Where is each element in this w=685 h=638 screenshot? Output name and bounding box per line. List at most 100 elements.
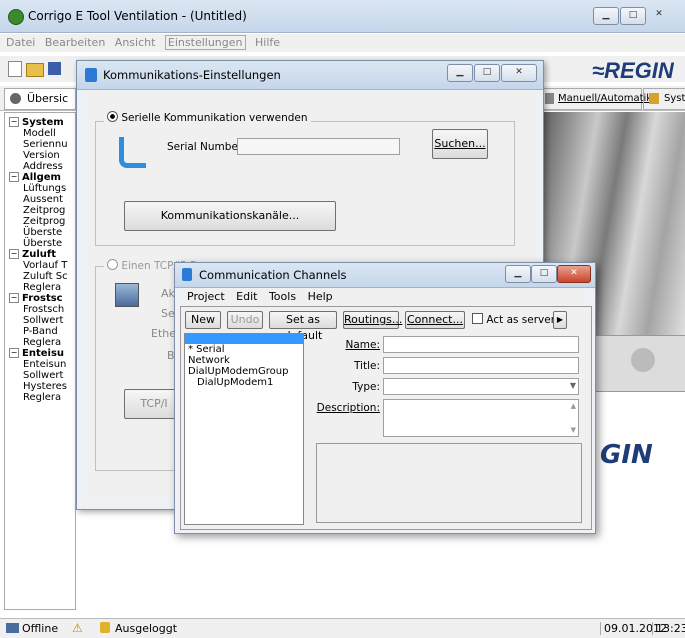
channels-maximize-button[interactable]: □: [531, 265, 557, 283]
comm-minimize-button[interactable]: ▁: [447, 64, 473, 82]
set-default-button[interactable]: Set as default: [269, 311, 337, 342]
tab-system[interactable]: Syst: [643, 88, 685, 110]
search-button[interactable]: Suchen...: [432, 129, 488, 159]
new-button[interactable]: New: [185, 311, 221, 329]
scroll-up-icon[interactable]: ▲: [571, 402, 576, 410]
collapse-icon[interactable]: −: [9, 293, 19, 303]
new-file-icon[interactable]: [8, 61, 22, 77]
tree-item[interactable]: Vorlauf T: [9, 260, 75, 271]
app-icon: [8, 9, 24, 25]
close-button[interactable]: ✕: [647, 7, 671, 23]
tree-item[interactable]: Aussent: [9, 194, 75, 205]
collapse-icon[interactable]: −: [9, 172, 19, 182]
tree-item-label: Hysteres: [23, 381, 67, 392]
tab-manual-label: Manuell/Automatik: [558, 93, 653, 104]
collapse-icon[interactable]: −: [9, 117, 19, 127]
connect-button[interactable]: Connect...: [405, 311, 465, 329]
new-button-label: New: [191, 313, 215, 326]
tree-item[interactable]: Modell: [9, 128, 75, 139]
comm-dialog-titlebar: Kommunikations-Einstellungen ▁ □ ✕: [77, 61, 543, 90]
tree-item[interactable]: Version: [9, 150, 75, 161]
menu-tools[interactable]: Tools: [269, 290, 296, 303]
channels-button[interactable]: Kommunikationskanäle...: [124, 201, 336, 231]
system-icon: [649, 93, 659, 104]
serial-radio[interactable]: Serielle Kommunikation verwenden: [104, 111, 311, 124]
channels-dialog: Communication Channels ▁ □ ✕ Project Edi…: [174, 262, 596, 534]
tree-item[interactable]: Reglera: [9, 282, 75, 293]
tab-overview[interactable]: Übersic: [4, 88, 76, 110]
arrow-keys-icon: [631, 348, 655, 372]
chevron-down-icon: ▼: [569, 381, 576, 390]
tree-item[interactable]: Zeitprog: [9, 216, 75, 227]
tree-item-label: Allgem: [22, 172, 61, 183]
channels-minimize-button[interactable]: ▁: [505, 265, 531, 283]
menu-edit[interactable]: Edit: [236, 290, 257, 303]
tree-item[interactable]: P-Band: [9, 326, 75, 337]
collapse-icon[interactable]: −: [9, 249, 19, 259]
act-as-server-checkbox[interactable]: Act as server: [472, 313, 555, 326]
comm-maximize-button[interactable]: □: [474, 64, 500, 82]
channels-button-label: Kommunikationskanäle...: [160, 209, 300, 222]
name-input[interactable]: [383, 336, 579, 353]
tree-group[interactable]: − Frostsc: [9, 293, 75, 304]
tree-item-label: Lüftungs: [23, 183, 67, 194]
tree-item[interactable]: Enteisun: [9, 359, 75, 370]
main-titlebar: Corrigo E Tool Ventilation - (Untitled) …: [0, 0, 685, 33]
tree-group[interactable]: − System: [9, 117, 75, 128]
channel-list: * Serial Network DialUpModemGroup DialUp…: [184, 333, 304, 525]
menu-einstellungen[interactable]: Einstellungen: [164, 35, 246, 50]
lock-icon: [100, 622, 110, 633]
tree-item[interactable]: Lüftungs: [9, 183, 75, 194]
tree-item[interactable]: Seriennu: [9, 139, 75, 150]
routings-button[interactable]: Routings...: [343, 311, 402, 329]
scroll-right-button[interactable]: ▶: [553, 311, 567, 329]
tree-group[interactable]: − Allgem: [9, 172, 75, 183]
menu-help[interactable]: Help: [308, 290, 333, 303]
tcp-button-label: TCP/I: [140, 397, 168, 410]
undo-button-label: Undo: [230, 313, 260, 326]
list-selection: [185, 334, 303, 344]
list-item-dialup-group[interactable]: DialUpModemGroup: [185, 366, 303, 377]
tree-item[interactable]: Reglera: [9, 337, 75, 348]
channels-close-button[interactable]: ✕: [557, 265, 591, 283]
title-label: Title:: [310, 360, 380, 372]
menu-ansicht[interactable]: Ansicht: [115, 36, 156, 49]
list-item-network[interactable]: Network: [185, 355, 303, 366]
collapse-icon[interactable]: −: [9, 348, 19, 358]
minimize-button[interactable]: ▁: [593, 7, 619, 25]
name-label: Name:: [310, 339, 380, 351]
tree-group[interactable]: − Zuluft: [9, 249, 75, 260]
description-textarea[interactable]: ▲ ▼: [383, 399, 579, 437]
hand-icon: [545, 93, 554, 104]
open-folder-icon[interactable]: [26, 63, 44, 77]
tree-item-label: Vorlauf T: [23, 260, 68, 271]
list-item-dialup-modem[interactable]: DialUpModem1: [185, 377, 303, 388]
menu-project[interactable]: Project: [187, 290, 225, 303]
type-select[interactable]: ▼: [383, 378, 579, 395]
title-input[interactable]: [383, 357, 579, 374]
tree-item[interactable]: Zuluft Sc: [9, 271, 75, 282]
description-label-text: Description:: [316, 402, 380, 414]
maximize-button[interactable]: □: [620, 7, 646, 25]
tab-manual-automatic[interactable]: Manuell/Automatik: [540, 88, 652, 110]
tree-item[interactable]: Überste: [9, 227, 75, 238]
undo-button[interactable]: Undo: [227, 311, 263, 329]
tree-item[interactable]: Frostsch: [9, 304, 75, 315]
menu-hilfe[interactable]: Hilfe: [255, 36, 280, 49]
list-item-serial[interactable]: * Serial: [185, 344, 303, 355]
tree-item[interactable]: Sollwert: [9, 370, 75, 381]
tree-item[interactable]: Sollwert: [9, 315, 75, 326]
comm-close-button[interactable]: ✕: [501, 64, 537, 82]
tree-item[interactable]: Reglera: [9, 392, 75, 403]
tree-group[interactable]: − Enteisu: [9, 348, 75, 359]
tree-item[interactable]: Überste: [9, 238, 75, 249]
tree-item-label: Enteisun: [23, 359, 67, 370]
tree-item[interactable]: Address: [9, 161, 75, 172]
tree-item[interactable]: Zeitprog: [9, 205, 75, 216]
serial-number-input[interactable]: [237, 138, 400, 155]
menu-datei[interactable]: Datei: [6, 36, 35, 49]
tree-item[interactable]: Hysteres: [9, 381, 75, 392]
save-icon[interactable]: [48, 62, 61, 75]
menu-bearbeiten[interactable]: Bearbeiten: [45, 36, 105, 49]
scroll-down-icon[interactable]: ▼: [571, 426, 576, 434]
